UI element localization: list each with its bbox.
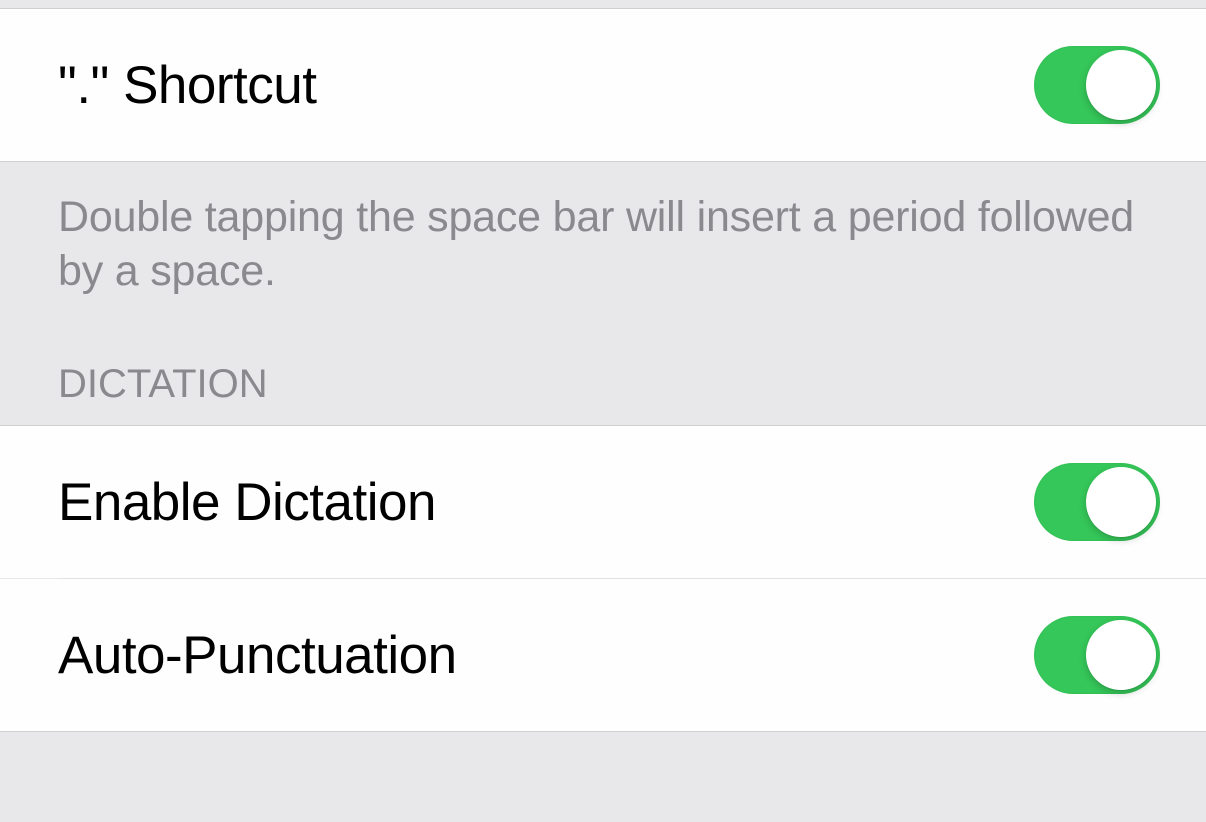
auto-punctuation-row[interactable]: Auto-Punctuation <box>0 579 1206 731</box>
enable-dictation-label: Enable Dictation <box>58 472 436 533</box>
toggle-knob <box>1086 50 1156 120</box>
toggle-knob <box>1086 620 1156 690</box>
period-shortcut-toggle[interactable] <box>1034 46 1160 124</box>
shortcut-footer: Double tapping the space bar will insert… <box>0 162 1206 298</box>
auto-punctuation-label: Auto-Punctuation <box>58 625 457 686</box>
dictation-bottom-divider <box>0 731 1206 732</box>
enable-dictation-row[interactable]: Enable Dictation <box>0 426 1206 578</box>
auto-punctuation-toggle[interactable] <box>1034 616 1160 694</box>
toggle-knob <box>1086 467 1156 537</box>
shortcut-footer-text: Double tapping the space bar will insert… <box>58 190 1148 298</box>
enable-dictation-toggle[interactable] <box>1034 463 1160 541</box>
dictation-section-header: DICTATION <box>0 362 1206 425</box>
spacer <box>0 298 1206 362</box>
settings-screen: "." Shortcut Double tapping the space ba… <box>0 8 1206 822</box>
period-shortcut-label: "." Shortcut <box>58 55 316 116</box>
period-shortcut-row[interactable]: "." Shortcut <box>0 9 1206 161</box>
